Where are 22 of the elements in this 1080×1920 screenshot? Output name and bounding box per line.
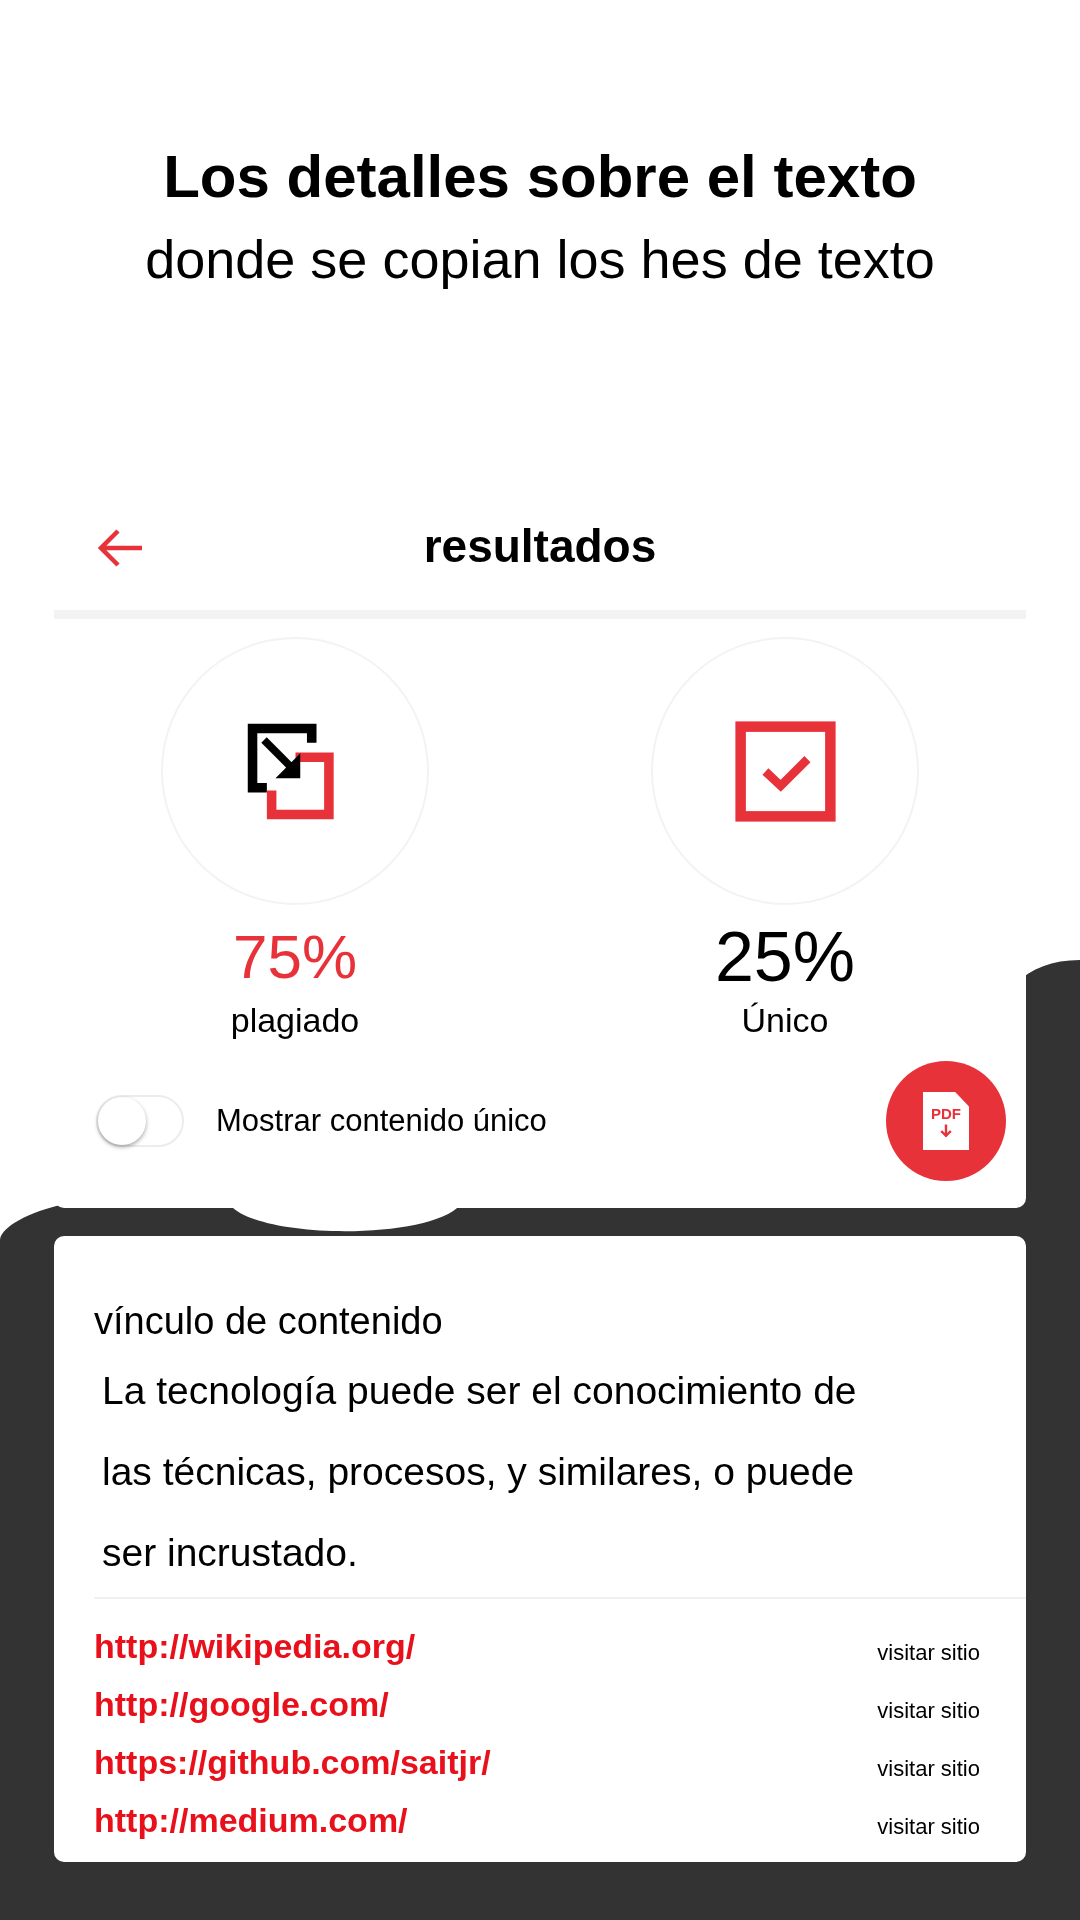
visit-site-link[interactable]: visitar sitio [877, 1684, 980, 1724]
source-link[interactable]: http://wikipedia.org/ [94, 1626, 416, 1666]
visit-site-link[interactable]: visitar sitio [877, 1626, 980, 1666]
pdf-download-button[interactable]: PDF [886, 1061, 1006, 1181]
source-link[interactable]: http://google.com/ [94, 1684, 389, 1724]
source-link[interactable]: http://medium.com/ [94, 1800, 408, 1840]
download-arrow-icon [938, 1122, 954, 1140]
percentage: 75% [232, 921, 358, 993]
visit-site-link[interactable]: visitar sitio [877, 1800, 980, 1840]
screen-title: resultados [423, 519, 657, 573]
stat-label: Único [741, 1000, 829, 1041]
source-link[interactable]: https://github.com/saitjr/ [94, 1742, 491, 1782]
subtitle: donde se copian los hes de texto [144, 228, 936, 291]
percentage: 25% [714, 919, 856, 995]
toggle-switch[interactable] [96, 1095, 184, 1147]
headline: Los detalles sobre el texto [162, 142, 918, 212]
section-title: vínculo de contenido [94, 1299, 444, 1344]
content-text: La tecnología puede ser el conocimiento de las técnicas, procesos, y similares, o puede ser incrustado. [101, 1368, 858, 1576]
stat-label: plagiado [230, 1000, 360, 1041]
checkbox-icon [732, 718, 838, 824]
visit-site-link[interactable]: visitar sitio [877, 1742, 980, 1782]
toggle-label: Mostrar contenido único [216, 1103, 548, 1139]
